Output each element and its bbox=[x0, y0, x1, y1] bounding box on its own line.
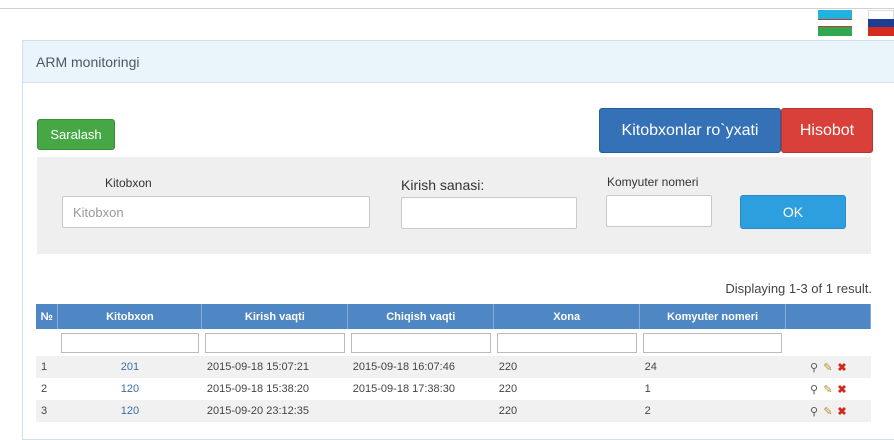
pencil-icon[interactable]: ✎ bbox=[822, 405, 834, 418]
col-exit-time[interactable]: Chiqish vaqti bbox=[347, 304, 495, 329]
row-actions: ⚲ ✎ ✖ bbox=[785, 400, 871, 422]
readers-list-button[interactable]: Kitobxonlar ro`yxati bbox=[599, 108, 781, 153]
reader-link[interactable]: 120 bbox=[57, 378, 202, 400]
cross-icon[interactable]: ✖ bbox=[836, 361, 848, 374]
row-number: 1 bbox=[36, 356, 58, 378]
row-number: 3 bbox=[36, 400, 58, 422]
room-cell: 220 bbox=[493, 356, 640, 378]
table-row: 1 201 2015-09-18 15:07:21 2015-09-18 16:… bbox=[36, 356, 871, 378]
pencil-icon[interactable]: ✎ bbox=[822, 383, 834, 396]
magnifier-icon[interactable]: ⚲ bbox=[808, 383, 820, 396]
entry-time-filter-input[interactable] bbox=[204, 332, 345, 353]
cross-icon[interactable]: ✖ bbox=[836, 405, 848, 418]
col-number[interactable]: № bbox=[36, 304, 59, 329]
exit-time-cell bbox=[347, 400, 494, 422]
pencil-icon[interactable]: ✎ bbox=[822, 361, 834, 374]
reader-filter-input[interactable] bbox=[60, 332, 199, 353]
exit-time-filter-input[interactable] bbox=[350, 332, 491, 353]
reader-input[interactable] bbox=[62, 196, 370, 228]
table-filter-row bbox=[36, 329, 871, 356]
sort-button[interactable]: Saralash bbox=[37, 119, 115, 150]
computer-cell: 24 bbox=[639, 356, 786, 378]
col-actions bbox=[785, 304, 872, 329]
magnifier-icon[interactable]: ⚲ bbox=[808, 361, 820, 374]
filter-form: Kitobxon Kirish sanasi: Komyuter nomeri … bbox=[37, 157, 871, 254]
entry-date-input[interactable] bbox=[401, 197, 577, 229]
col-room[interactable]: Xona bbox=[493, 304, 641, 329]
row-number: 2 bbox=[36, 378, 58, 400]
reader-link[interactable]: 201 bbox=[57, 356, 202, 378]
uzbek-flag-icon[interactable] bbox=[818, 10, 852, 36]
table-row: 3 120 2015-09-20 23:12:35 220 2 ⚲ ✎ ✖ bbox=[36, 400, 871, 422]
computer-cell: 2 bbox=[639, 400, 786, 422]
magnifier-icon[interactable]: ⚲ bbox=[808, 405, 820, 418]
reader-label: Kitobxon bbox=[105, 176, 152, 190]
room-cell: 220 bbox=[493, 400, 640, 422]
col-reader[interactable]: Kitobxon bbox=[57, 304, 203, 329]
room-filter-input[interactable] bbox=[496, 332, 637, 353]
cross-icon[interactable]: ✖ bbox=[836, 383, 848, 396]
entry-time-cell: 2015-09-18 15:07:21 bbox=[201, 356, 348, 378]
top-bar bbox=[0, 0, 894, 9]
col-computer[interactable]: Komyuter nomeri bbox=[639, 304, 786, 329]
arm-monitoring-panel: ARM monitoringi Saralash Kitobxonlar ro`… bbox=[22, 40, 894, 440]
entry-date-label: Kirish sanasi: bbox=[401, 177, 485, 193]
exit-time-cell: 2015-09-18 16:07:46 bbox=[347, 356, 494, 378]
ok-button[interactable]: OK bbox=[740, 195, 846, 229]
result-summary: Displaying 1-3 of 1 result. bbox=[725, 281, 872, 296]
entry-time-cell: 2015-09-18 15:38:20 bbox=[201, 378, 348, 400]
table-row: 2 120 2015-09-18 15:38:20 2015-09-18 17:… bbox=[36, 378, 871, 400]
panel-title: ARM monitoringi bbox=[23, 41, 894, 83]
row-actions: ⚲ ✎ ✖ bbox=[785, 378, 871, 400]
row-actions: ⚲ ✎ ✖ bbox=[785, 356, 871, 378]
russian-flag-icon[interactable] bbox=[868, 10, 894, 36]
computer-number-input[interactable] bbox=[606, 195, 712, 227]
exit-time-cell: 2015-09-18 17:38:30 bbox=[347, 378, 494, 400]
table-header-row: № Kitobxon Kirish vaqti Chiqish vaqti Xo… bbox=[36, 304, 872, 329]
computer-cell: 1 bbox=[639, 378, 786, 400]
monitoring-table: № Kitobxon Kirish vaqti Chiqish vaqti Xo… bbox=[36, 304, 872, 422]
room-cell: 220 bbox=[493, 378, 640, 400]
report-button[interactable]: Hisobot bbox=[781, 108, 873, 153]
col-entry-time[interactable]: Kirish vaqti bbox=[201, 304, 349, 329]
reader-link[interactable]: 120 bbox=[57, 400, 202, 422]
entry-time-cell: 2015-09-20 23:12:35 bbox=[201, 400, 348, 422]
computer-filter-input[interactable] bbox=[642, 332, 783, 353]
computer-number-label: Komyuter nomeri bbox=[607, 175, 699, 189]
